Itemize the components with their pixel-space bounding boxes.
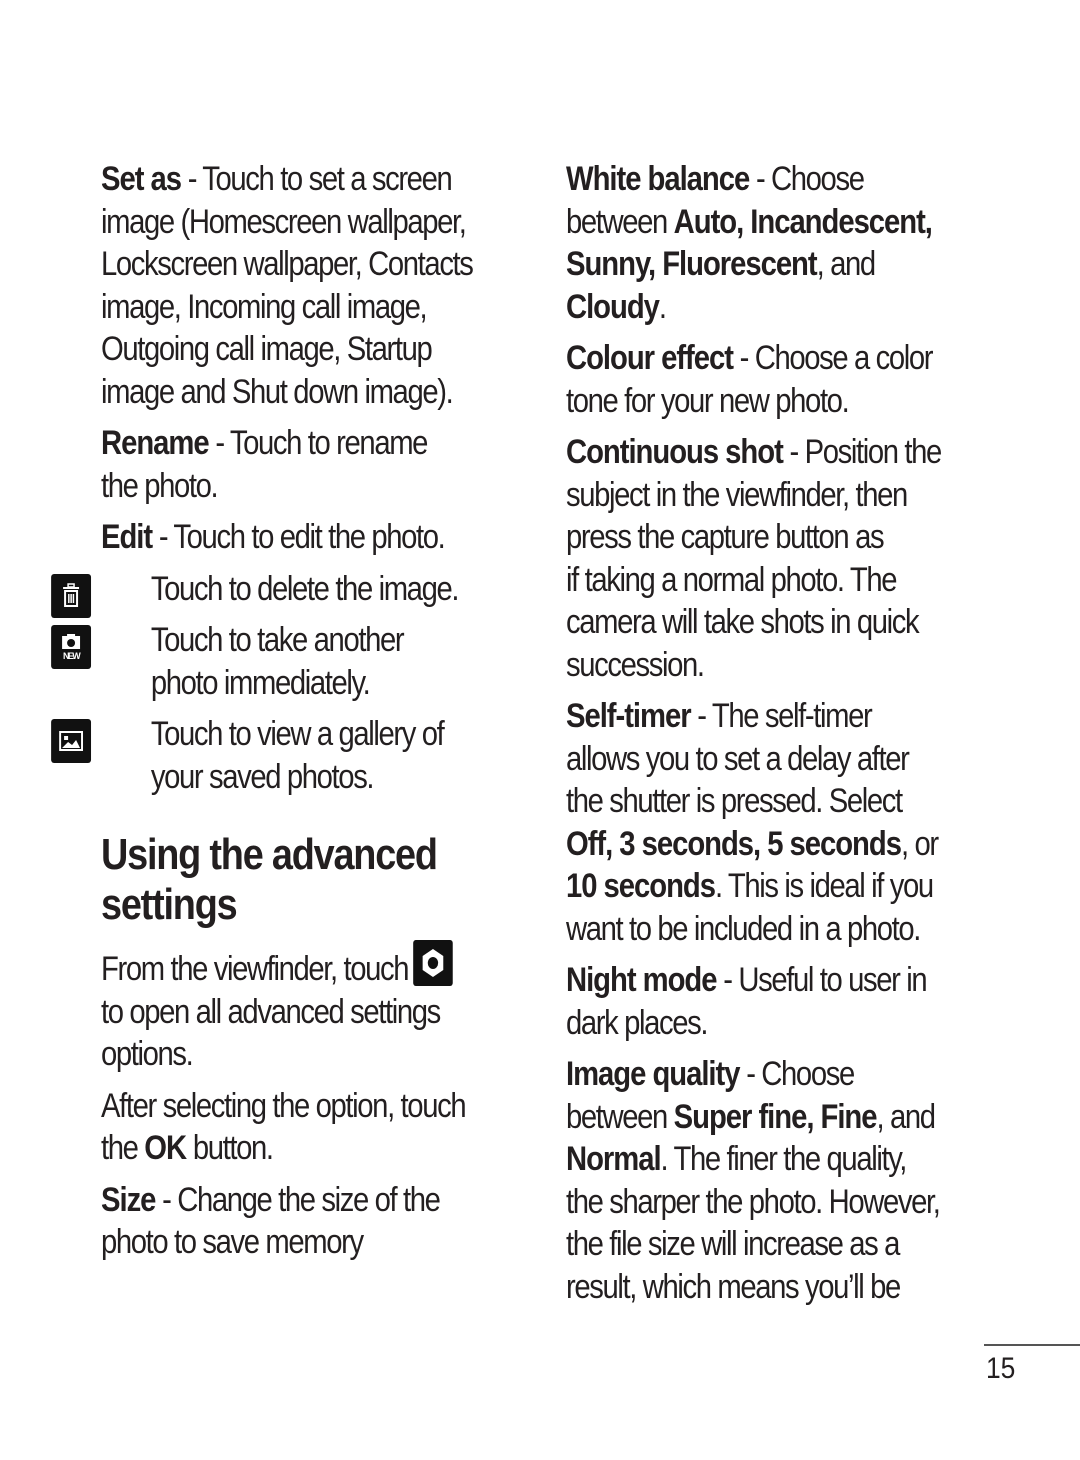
new-photo-icon: NEW	[51, 625, 92, 669]
night-mode-paragraph: Night mode - Useful to user in dark plac…	[566, 961, 928, 1042]
viewfinder-paragraph: From the viewfinder, touch to open all a…	[101, 940, 531, 1076]
colour-effect-term: Colour effect	[566, 339, 734, 377]
gallery-icon	[51, 719, 92, 763]
ok-term: OK	[144, 1129, 187, 1167]
right-column: White balance - Choose between Auto, Inc…	[566, 158, 1006, 1317]
colour-effect-paragraph: Colour effect - Choose a color tone for …	[566, 339, 934, 420]
delete-image-item: Touch to delete the image.	[51, 568, 581, 618]
set-as-paragraph: Set as - Touch to set a screen image (Ho…	[101, 160, 474, 411]
left-column: Set as - Touch to set a screen image (Ho…	[51, 158, 531, 1273]
svg-text:NEW: NEW	[63, 651, 81, 661]
edit-term: Edit	[101, 518, 153, 556]
view-gallery-item: Touch to view a gallery of your saved ph…	[51, 713, 581, 798]
continuous-shot-paragraph: Continuous shot - Position the subject i…	[566, 433, 942, 684]
footer-rule	[984, 1344, 1080, 1346]
set-as-term: Set as	[101, 160, 182, 198]
settings-gear-icon	[413, 940, 453, 986]
section-heading: Using the advanced settings	[101, 830, 438, 929]
image-quality-paragraph: Image quality - Choose between Super fin…	[566, 1055, 941, 1306]
trash-icon	[51, 573, 92, 618]
white-balance-paragraph: White balance - Choose between Auto, Inc…	[566, 160, 933, 326]
rename-paragraph: Rename - Touch to rename the photo.	[101, 424, 428, 505]
continuous-shot-term: Continuous shot	[566, 433, 784, 471]
edit-paragraph: Edit - Touch to edit the photo.	[101, 518, 446, 556]
page-number: 15	[986, 1352, 1016, 1385]
white-balance-term: White balance	[566, 160, 750, 198]
size-paragraph: Size - Change the size of the photo to s…	[101, 1180, 441, 1262]
rename-term: Rename	[101, 424, 210, 462]
size-term: Size	[101, 1180, 156, 1219]
image-quality-term: Image quality	[566, 1055, 740, 1093]
self-timer-paragraph: Self-timer - The self-timer allows you t…	[566, 697, 939, 948]
night-mode-term: Night mode	[566, 961, 718, 999]
after-selecting-paragraph: After selecting the option, touch the OK…	[101, 1086, 467, 1168]
take-another-photo-item: NEW Touch to take another photo immediat…	[51, 619, 581, 704]
self-timer-term: Self-timer	[566, 697, 692, 735]
